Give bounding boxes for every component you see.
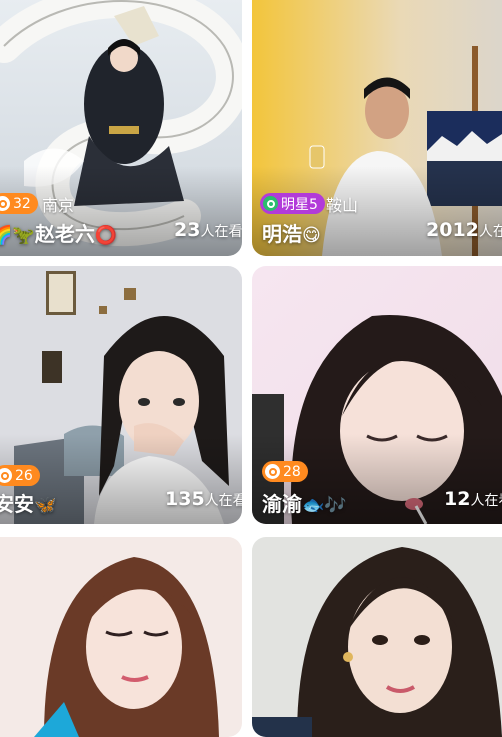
level-icon — [0, 196, 10, 211]
live-card-2[interactable]: 明星5 鞍山 明浩😋 2012人在看 — [252, 0, 502, 256]
streamer-name: 🌈🦖赵老六⭕ — [0, 222, 118, 246]
level-badge: 32 — [0, 193, 38, 214]
level-badge: 28 — [262, 461, 308, 482]
viewer-count: 12人在看 — [444, 488, 502, 510]
viewer-count: 23人在看 — [174, 219, 242, 241]
live-cover-image — [252, 537, 502, 737]
viewer-count: 2012人在看 — [426, 219, 502, 241]
live-card-1[interactable]: 32 南京 🌈🦖赵老六⭕ 23人在看 — [0, 0, 242, 256]
live-card-4[interactable]: 28 渝渝🐟🎶 12人在看 — [252, 266, 502, 524]
viewer-count: 135人在看 — [165, 488, 242, 510]
city-label: 鞍山 — [326, 196, 359, 215]
level-badge: 26 — [0, 465, 40, 486]
live-cover-image — [0, 537, 242, 737]
level-icon — [0, 468, 12, 483]
streamer-name: 安安🦋 — [0, 492, 57, 516]
level-icon — [265, 464, 280, 479]
live-card-6[interactable] — [252, 537, 502, 737]
streamer-name: 渝渝🐟🎶 — [262, 492, 347, 516]
live-card-5[interactable] — [0, 537, 242, 737]
live-card-3[interactable]: 26 安安🦋 135人在看 — [0, 266, 242, 524]
star-icon — [263, 196, 278, 211]
city-label: 南京 — [42, 196, 75, 215]
star-level-badge: 明星5 — [260, 193, 325, 214]
streamer-name: 明浩😋 — [262, 222, 321, 246]
